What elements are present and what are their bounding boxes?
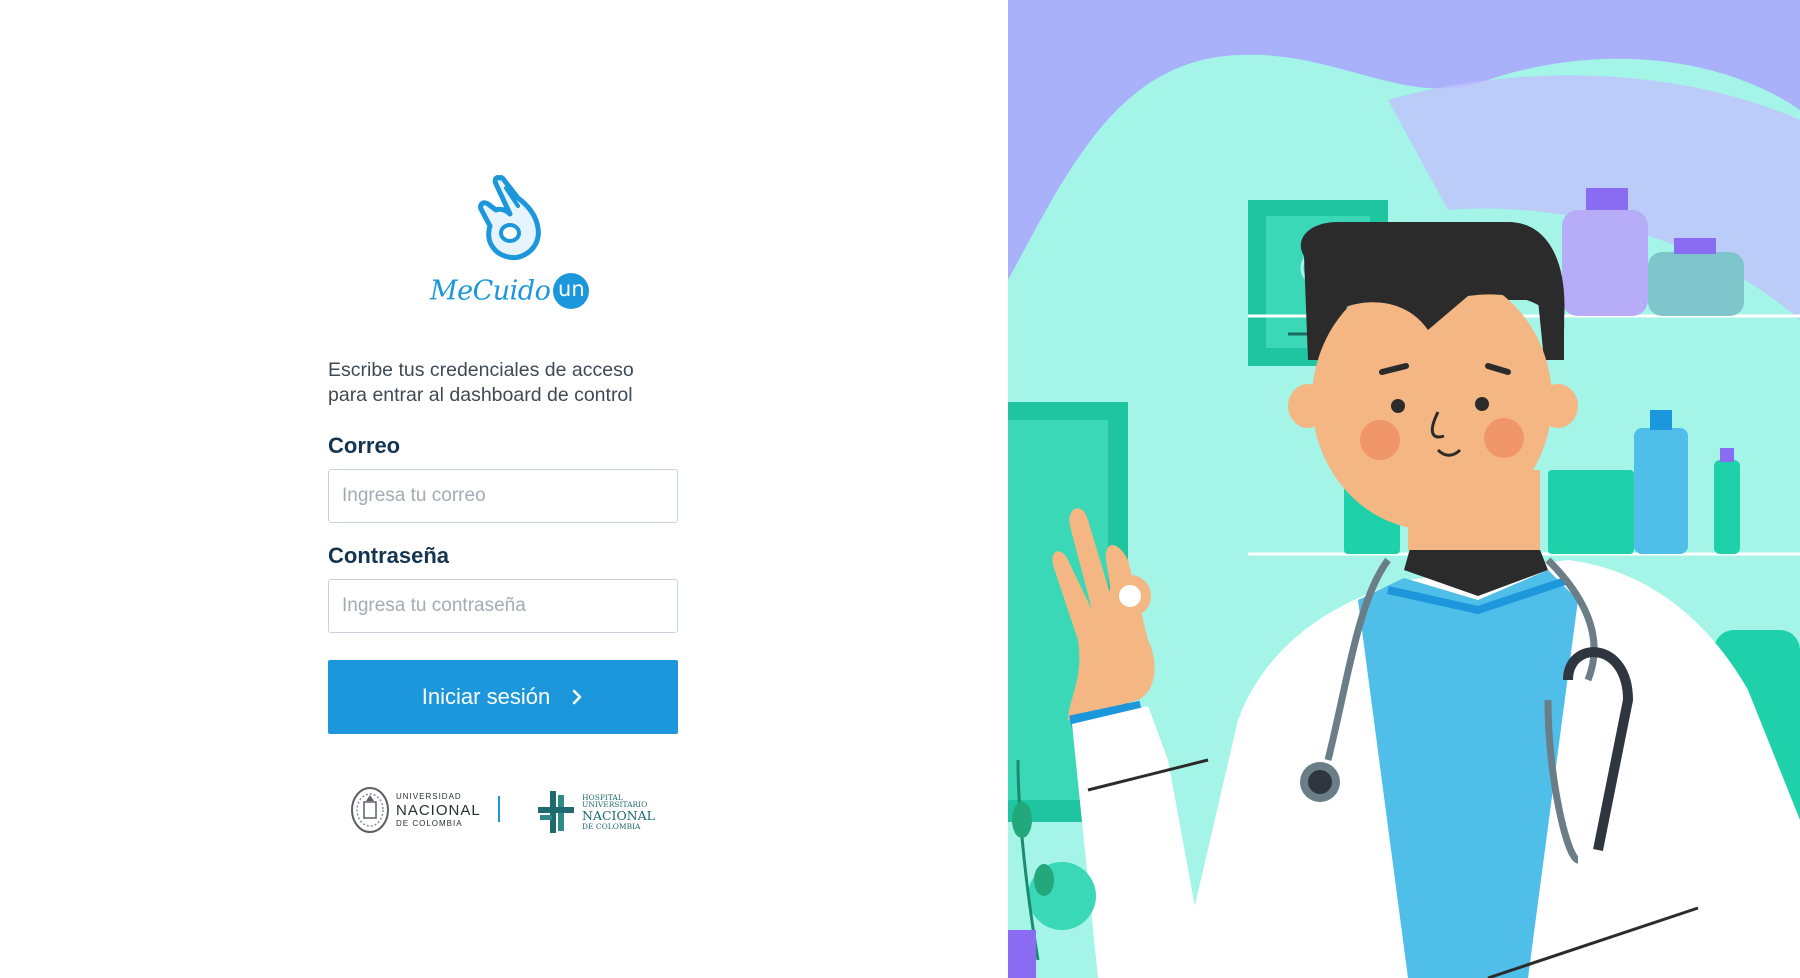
chevron-right-icon (572, 689, 582, 705)
hospital-name-main: NACIONAL (582, 807, 655, 823)
intro-text: Escribe tus credenciales de acceso para … (328, 358, 688, 408)
logo-name: MeCuido (430, 275, 551, 307)
password-field[interactable] (328, 579, 678, 633)
hospital-name-sub: DE COLOMBIA (582, 822, 641, 831)
logo-wordmark: MeCuido un (430, 273, 590, 309)
intro-line-2: para entrar al dashboard de control (328, 384, 633, 406)
ok-hand-logo-icon (478, 175, 541, 261)
university-name-top: UNIVERSIDAD (396, 791, 462, 801)
hospital-cross-icon (538, 791, 574, 833)
universidad-nacional-logo: UNIVERSIDAD NACIONAL DE COLOMBIA (350, 784, 481, 836)
university-name: UNIVERSIDAD NACIONAL DE COLOMBIA (396, 791, 481, 828)
login-button[interactable]: Iniciar sesión (328, 660, 678, 734)
hospital-universitario-logo: HOSPITAL UNIVERSITARIO NACIONAL DE COLOM… (536, 786, 655, 838)
doctor-illustration-art (1008, 0, 1800, 978)
email-label: Correo (328, 433, 401, 458)
hospital-name: HOSPITAL UNIVERSITARIO NACIONAL DE COLOM… (582, 793, 655, 831)
university-seal-icon (351, 787, 389, 833)
login-button-label: Iniciar sesión (421, 684, 551, 709)
university-name-sub: DE COLOMBIA (396, 818, 463, 828)
partner-logos: UNIVERSIDAD NACIONAL DE COLOMBIA HOSPITA… (350, 782, 655, 838)
doctor-illustration (1008, 0, 1800, 978)
login-panel: MeCuido un Escribe tus credenciales de ac… (0, 0, 1008, 978)
university-name-main: NACIONAL (396, 801, 481, 819)
intro-line-1: Escribe tus credenciales de acceso (328, 359, 634, 381)
logo-divider (498, 796, 500, 822)
mecuido-logo: MeCuido un (430, 170, 590, 320)
password-label: Contraseña (328, 543, 450, 568)
logo-badge: un (553, 273, 590, 309)
email-field[interactable] (328, 469, 678, 523)
